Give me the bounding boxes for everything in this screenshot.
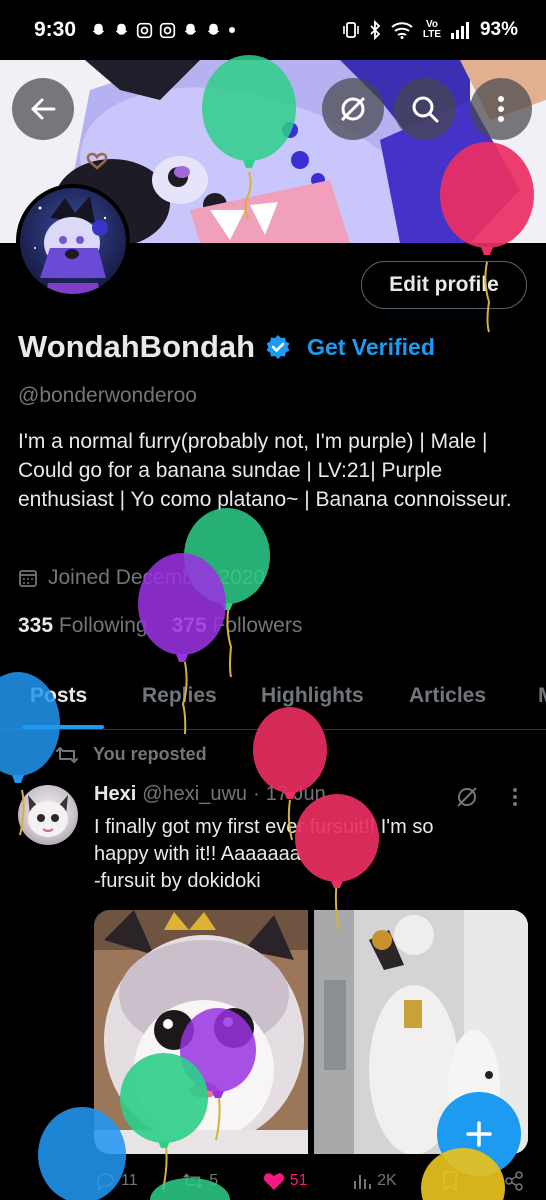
post-text-line-1: I finally got my first ever fursuit!! I'… <box>94 816 434 838</box>
bookmark-icon <box>443 1171 458 1192</box>
tab-articles[interactable]: Articles <box>409 684 486 708</box>
fursuit-head-photo <box>94 910 308 1154</box>
reply-button[interactable]: 11 <box>94 1170 138 1192</box>
followers-count: 375 <box>171 614 207 637</box>
tab-replies[interactable]: Replies <box>142 684 217 708</box>
like-count: 51 <box>289 1172 308 1189</box>
joined-date: Joined December 2020 <box>48 566 266 589</box>
get-verified-link[interactable]: Get Verified <box>307 334 435 361</box>
joined-row: Joined December 2020 <box>18 566 265 590</box>
reply-count: 11 <box>121 1172 138 1189</box>
wifi-icon <box>391 22 413 39</box>
post-more-icon[interactable] <box>510 785 520 809</box>
bluetooth-icon <box>370 20 381 40</box>
share-icon <box>505 1171 523 1191</box>
views-button[interactable]: 2K <box>352 1170 397 1192</box>
profile-tabs: Posts Replies Highlights Articles M <box>0 668 546 730</box>
heart-filled-icon <box>263 1173 284 1190</box>
post-author-handle[interactable]: @hexi_uwu <box>142 783 247 806</box>
views-count: 2K <box>377 1172 397 1189</box>
search-button[interactable] <box>394 78 456 140</box>
like-button[interactable]: 51 <box>263 1170 308 1192</box>
post-separator: · <box>253 783 260 805</box>
instagram-icon <box>136 22 153 38</box>
battery-percent: 93% <box>479 19 518 40</box>
tab-highlights[interactable]: Highlights <box>261 684 364 708</box>
tab-media[interactable]: M <box>538 684 546 708</box>
bookmark-button[interactable] <box>441 1170 459 1192</box>
followers-label: Followers <box>212 614 303 637</box>
verified-badge-icon <box>266 335 290 359</box>
arrow-left-icon <box>31 98 56 120</box>
profile-bio: I'm a normal furry(probably not, I'm pur… <box>18 430 512 511</box>
repost-count: 5 <box>209 1172 219 1189</box>
post-text: I finally got my first ever fursuit!! I'… <box>94 814 514 895</box>
post-header: Hexi @hexi_uwu · 17 Jun <box>94 783 326 806</box>
post-text-line-2: happy with it!! Aaaaaaa <box>94 843 301 865</box>
following-count: 335 <box>18 614 54 637</box>
post-actions: 11 5 51 2K <box>94 1170 524 1192</box>
status-right: Vo LTE 93% <box>342 19 518 41</box>
instagram-icon <box>159 22 176 38</box>
followers-link[interactable]: 375 Followers <box>172 614 303 638</box>
grok-button[interactable] <box>322 78 384 140</box>
signal-icon <box>450 22 469 39</box>
tab-posts[interactable]: Posts <box>30 684 87 708</box>
vibrate-icon <box>343 22 359 38</box>
profile-handle: @bonderwonderoo <box>18 384 197 407</box>
status-time: 9:30 <box>34 18 77 41</box>
post-text-line-3: -fursuit by dokidoki <box>94 870 261 892</box>
edit-profile-button[interactable]: Edit profile <box>361 261 527 309</box>
post-author-name[interactable]: Hexi <box>94 783 136 806</box>
reply-icon <box>96 1173 114 1191</box>
following-label: Following <box>58 614 148 637</box>
post-date[interactable]: 17 Jun <box>266 783 326 806</box>
share-button[interactable] <box>504 1170 524 1192</box>
snapchat-icon <box>207 23 220 35</box>
repost-icon <box>56 746 78 763</box>
repost-indicator: You reposted <box>55 744 207 765</box>
back-button[interactable] <box>12 78 74 140</box>
grok-icon <box>340 96 366 122</box>
calendar-icon <box>19 570 37 587</box>
status-bar: 9:30 Vo LTE 93% <box>0 0 546 60</box>
post-image-1[interactable] <box>94 910 308 1154</box>
avatar-artwork <box>34 196 108 294</box>
repost-button[interactable]: 5 <box>182 1170 218 1192</box>
display-name: WondahBondah <box>18 329 256 364</box>
compose-post-button[interactable] <box>437 1092 521 1176</box>
profile-avatar[interactable] <box>16 184 130 298</box>
snapchat-icon <box>184 23 197 35</box>
more-options-button[interactable] <box>470 78 532 140</box>
following-link[interactable]: 335 Following <box>18 614 148 638</box>
views-icon <box>354 1175 372 1189</box>
repost-label: You reposted <box>93 744 207 764</box>
snapchat-icon <box>92 23 105 35</box>
post-author-avatar[interactable] <box>18 785 78 845</box>
notification-icons <box>90 22 236 39</box>
more-vertical-icon <box>498 96 504 122</box>
balloon-icon <box>184 508 270 678</box>
post-avatar-artwork <box>28 795 68 837</box>
search-icon <box>412 96 439 123</box>
name-row: WondahBondah Get Verified <box>18 329 435 365</box>
more-notifications-dot-icon <box>229 27 236 33</box>
volte-label: Vo LTE <box>422 19 442 40</box>
snapchat-icon <box>115 23 128 35</box>
active-tab-indicator <box>22 725 104 729</box>
grok-post-icon[interactable] <box>455 785 479 809</box>
follow-stats: 335 Following 375 Followers <box>18 614 302 638</box>
plus-icon <box>466 1121 492 1147</box>
repost-action-icon <box>183 1173 203 1189</box>
